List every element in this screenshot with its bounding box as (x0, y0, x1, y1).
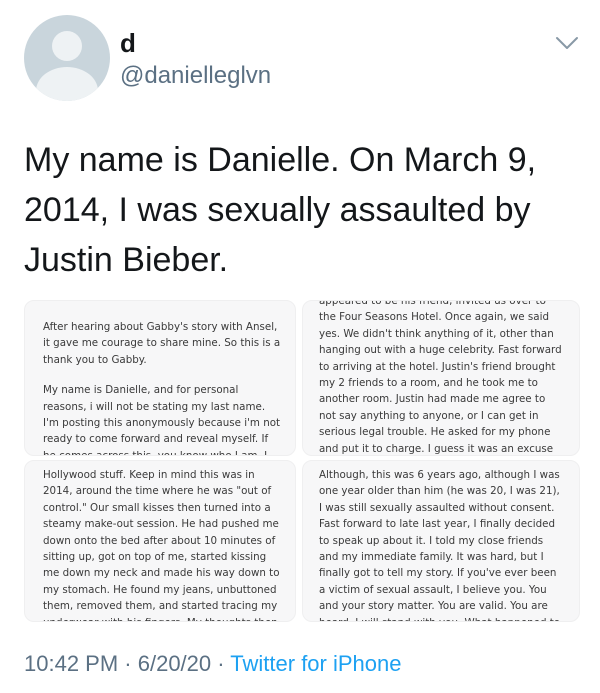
tweet-date[interactable]: 6/20/20 (138, 651, 211, 676)
tweet-source-link[interactable]: Twitter for iPhone (230, 651, 401, 676)
tweet-time[interactable]: 10:42 PM (24, 651, 118, 676)
panel-4-paragraph-1: Although, this was 6 years ago, although… (319, 469, 560, 621)
tweet-text: My name is Danielle. On March 9, 2014, I… (24, 141, 537, 279)
meta-separator: · (118, 651, 138, 676)
panel-3-paragraph-1: Hollywood stuff. Keep in mind this was i… (43, 469, 280, 621)
meta-separator: · (211, 651, 231, 676)
image-panel-3[interactable]: Hollywood stuff. Keep in mind this was i… (24, 460, 296, 622)
handle[interactable]: @danielleglvn (120, 62, 271, 90)
tweet-images[interactable]: After hearing about Gabby's story with A… (24, 300, 580, 622)
chevron-down-icon[interactable] (555, 36, 579, 50)
avatar-silhouette-body (36, 67, 98, 101)
avatar[interactable] (24, 15, 110, 101)
image-panel-2[interactable]: appeared to be his friend, invited us ov… (302, 300, 580, 456)
panel-1-paragraph-2: My name is Danielle, and for personal re… (43, 384, 281, 456)
panel-1-paragraph-1: After hearing about Gabby's story with A… (43, 321, 281, 366)
tweet-meta: 10:42 PM · 6/20/20 · Twitter for iPhone (24, 651, 401, 677)
display-name[interactable]: d (120, 28, 136, 58)
image-panel-4[interactable]: Although, this was 6 years ago, although… (302, 460, 580, 622)
image-panel-1[interactable]: After hearing about Gabby's story with A… (24, 300, 296, 456)
default-avatar-icon (52, 31, 82, 61)
panel-2-paragraph-1: appeared to be his friend, invited us ov… (319, 300, 562, 455)
